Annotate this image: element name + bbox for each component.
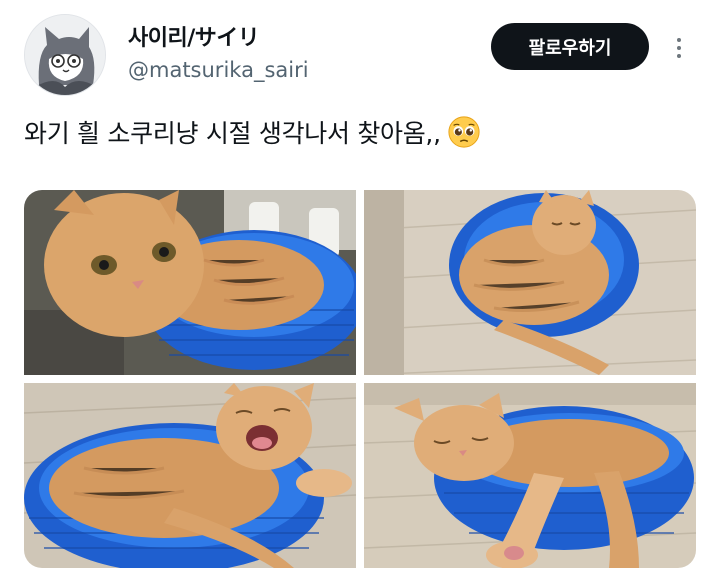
photo-2[interactable] xyxy=(364,190,696,375)
photo-3[interactable] xyxy=(24,383,356,568)
dot xyxy=(677,38,681,42)
kitten-basket-photo xyxy=(364,190,696,375)
more-options-icon[interactable] xyxy=(668,32,690,64)
user-handle[interactable]: @matsurika_sairi xyxy=(128,58,309,82)
follow-button[interactable]: 팔로우하기 xyxy=(491,23,649,70)
kitten-basket-photo xyxy=(364,383,696,568)
pleading-face-emoji-icon xyxy=(448,116,480,148)
photo-4[interactable] xyxy=(364,383,696,568)
kitten-basket-photo xyxy=(24,383,356,568)
tweet-text-row: 와기 흴 소쿠리냥 시절 생각나서 찾아옴,, xyxy=(24,114,481,150)
photo-1[interactable] xyxy=(24,190,356,375)
kitten-basket-photo xyxy=(24,190,356,375)
display-name[interactable]: 사이리/サイリ xyxy=(128,20,260,52)
dot xyxy=(677,46,681,50)
photo-grid xyxy=(24,190,696,568)
avatar[interactable] xyxy=(24,14,106,96)
tweet-text: 와기 흴 소쿠리냥 시절 생각나서 찾아옴,, xyxy=(24,119,441,148)
dot xyxy=(677,54,681,58)
cartoon-cat-avatar-icon xyxy=(25,15,105,95)
